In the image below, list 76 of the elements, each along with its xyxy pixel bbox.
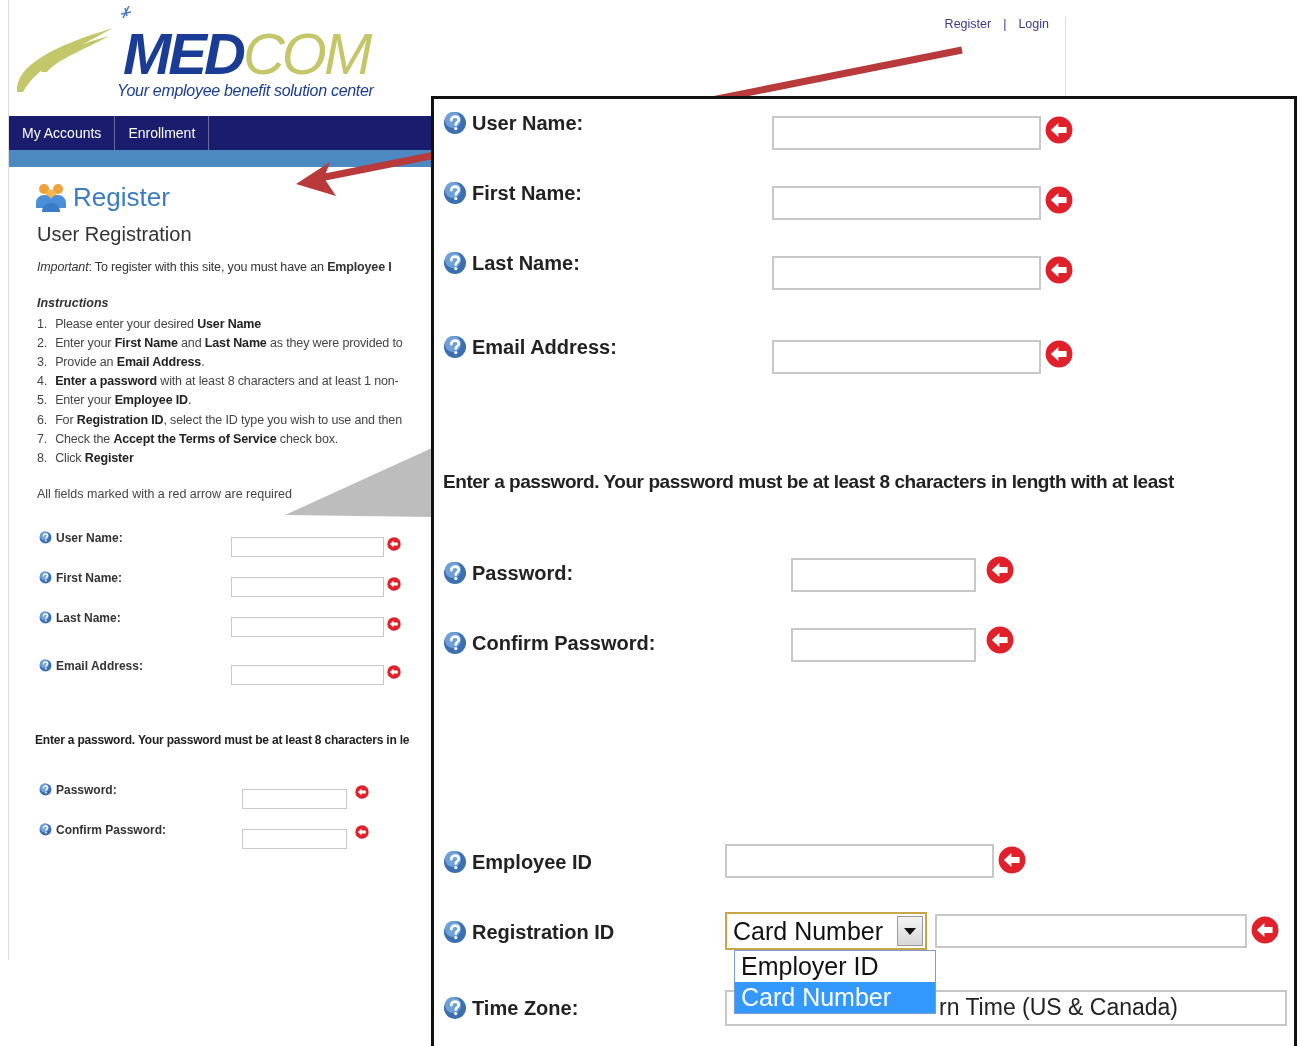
instruction-text: Click Register xyxy=(55,450,134,465)
required-note: All fields marked with a red arrow are required xyxy=(37,486,293,501)
important-note: Important: To register with this site, you must have an Employee I xyxy=(37,260,393,274)
step-number: 7. xyxy=(37,431,48,446)
help-icon[interactable] xyxy=(39,531,52,544)
id-type-select[interactable]: Card Number xyxy=(725,912,927,950)
instruction-text: Enter your First Name and Last Name as they were provided to xyxy=(55,335,403,350)
field-label: Last Name: xyxy=(56,610,121,625)
top-link[interactable]: Login xyxy=(1018,17,1049,97)
help-icon[interactable] xyxy=(443,251,467,275)
help-icon[interactable] xyxy=(443,335,467,359)
step-number: 6. xyxy=(37,412,48,427)
step-number: 4. xyxy=(37,374,48,389)
help-icon[interactable] xyxy=(443,561,467,585)
help-icon[interactable] xyxy=(443,850,467,874)
step-number: 2. xyxy=(37,335,48,350)
input-field[interactable] xyxy=(772,340,1041,374)
instructions-heading: Instructions xyxy=(37,296,110,310)
link-separator: | xyxy=(1003,17,1007,33)
help-icon[interactable] xyxy=(39,823,52,836)
help-icon[interactable] xyxy=(39,571,52,584)
field-label: User Name: xyxy=(472,111,584,135)
help-icon[interactable] xyxy=(39,659,52,672)
instruction-text: Enter your Employee ID. xyxy=(55,393,192,408)
field-label: Email Address: xyxy=(56,658,143,673)
input-field[interactable] xyxy=(725,844,994,878)
password-note: Enter a password. Your password must be at least 8 characters in le xyxy=(35,732,411,747)
field-label: Time Zone: xyxy=(472,996,579,1020)
field-label: Confirm Password: xyxy=(472,631,656,655)
field-label: Email Address: xyxy=(472,335,617,359)
field-label: Confirm Password: xyxy=(56,822,166,837)
input-field[interactable] xyxy=(231,616,384,637)
users-icon xyxy=(35,181,67,213)
help-icon[interactable] xyxy=(443,631,467,655)
field-label: First Name: xyxy=(472,181,583,205)
logo-tagline: Your employee benefit solution center xyxy=(117,82,374,100)
input-field[interactable] xyxy=(231,576,384,597)
field-label: Employee ID xyxy=(472,850,593,874)
field-label: Password: xyxy=(472,561,574,585)
dropdown-option[interactable]: Employer ID xyxy=(735,951,935,982)
input-field[interactable] xyxy=(772,116,1041,150)
page-title: Register xyxy=(73,181,170,213)
help-icon[interactable] xyxy=(443,181,467,205)
input-field[interactable] xyxy=(242,788,347,809)
instruction-text: Check the Accept the Terms of Service check box. xyxy=(55,431,339,446)
input-field[interactable] xyxy=(231,536,384,557)
field-label: Registration ID xyxy=(472,920,615,944)
input-field[interactable] xyxy=(935,914,1247,948)
help-icon[interactable] xyxy=(443,920,467,944)
input-field[interactable] xyxy=(242,828,347,849)
instruction-text: Provide an Email Address. xyxy=(55,354,205,369)
help-icon[interactable] xyxy=(443,996,467,1020)
help-icon[interactable] xyxy=(443,111,467,135)
instruction-text: Please enter your desired User Name xyxy=(55,316,262,331)
field-label: First Name: xyxy=(56,570,123,585)
instruction-text: For Registration ID, select the ID type you wish to use and then xyxy=(55,412,402,427)
input-field[interactable] xyxy=(231,664,384,685)
field-label: Last Name: xyxy=(472,251,580,275)
logo-text: MEDCOM xyxy=(123,26,371,82)
step-number: 3. xyxy=(37,354,48,369)
step-number: 8. xyxy=(37,450,48,465)
page-subtitle: User Registration xyxy=(37,223,193,246)
field-label: User Name: xyxy=(56,530,123,545)
step-number: 1. xyxy=(37,316,48,331)
caret-icon[interactable] xyxy=(904,927,916,935)
field-label: Password: xyxy=(56,782,117,797)
help-icon[interactable] xyxy=(39,611,52,624)
top-link[interactable]: Register xyxy=(944,17,992,97)
input-field[interactable] xyxy=(791,628,976,662)
input-field[interactable] xyxy=(791,558,976,592)
password-note: Enter a password. Your password must be at least 8 characters in length with at least xyxy=(443,470,1175,494)
step-number: 5. xyxy=(37,393,48,408)
input-field[interactable] xyxy=(772,256,1041,290)
input-field[interactable] xyxy=(772,186,1041,220)
help-icon[interactable] xyxy=(39,783,52,796)
instruction-text: Enter a password with at least 8 characters and at least 1 non- xyxy=(55,374,399,389)
